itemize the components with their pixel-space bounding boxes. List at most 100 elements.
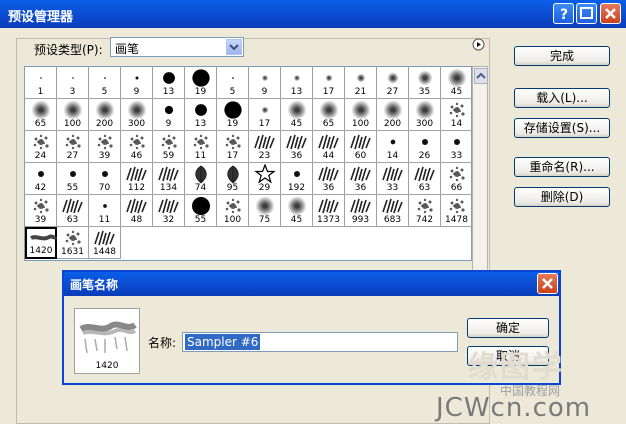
ok-button[interactable]: 确定 bbox=[467, 318, 549, 338]
brush-preset-cell[interactable]: 42 bbox=[25, 163, 57, 195]
brush-swatch-icon bbox=[232, 77, 234, 79]
preset-type-select[interactable]: 画笔 bbox=[110, 37, 244, 57]
brush-preset-cell[interactable]: 27 bbox=[377, 67, 409, 99]
brush-preset-cell[interactable]: 13 bbox=[185, 99, 217, 131]
brush-preset-cell[interactable]: 35 bbox=[409, 67, 441, 99]
dialog-close-button[interactable] bbox=[537, 273, 558, 294]
load-button[interactable]: 载入(L)... bbox=[514, 88, 610, 108]
brush-preset-cell[interactable]: 75 bbox=[249, 195, 281, 227]
brush-preset-cell[interactable]: 9 bbox=[153, 99, 185, 131]
brush-swatch-icon bbox=[192, 69, 210, 87]
brush-preset-cell[interactable]: 300 bbox=[409, 99, 441, 131]
brush-preset-cell[interactable]: 1478 bbox=[441, 195, 471, 227]
brush-size-label: 300 bbox=[127, 119, 146, 129]
brush-preset-cell[interactable]: 1420 bbox=[25, 227, 57, 259]
brush-preset-cell[interactable]: 39 bbox=[25, 195, 57, 227]
brush-preset-cell[interactable]: 200 bbox=[89, 99, 121, 131]
brush-preset-cell[interactable]: 70 bbox=[89, 163, 121, 195]
brush-preset-cell[interactable]: 39 bbox=[89, 131, 121, 163]
brush-swatch-icon bbox=[350, 134, 371, 150]
brush-preset-cell[interactable]: 74 bbox=[185, 163, 217, 195]
brush-preset-grid[interactable]: 1 3 5 9 13 19 5 9 13 17 21 27 35 45 65 100 200 300 9 13 19 17… bbox=[24, 66, 472, 261]
brush-preset-cell[interactable]: 17 bbox=[217, 131, 249, 163]
brush-preset-cell[interactable]: 14 bbox=[441, 99, 471, 131]
brush-swatch-icon bbox=[417, 198, 433, 214]
brush-preset-cell[interactable]: 66 bbox=[441, 163, 471, 195]
brush-preset-cell[interactable]: 36 bbox=[281, 131, 313, 163]
brush-preset-cell[interactable]: 9 bbox=[249, 67, 281, 99]
brush-preset-cell[interactable]: 45 bbox=[441, 67, 471, 99]
brush-preset-cell[interactable]: 17 bbox=[249, 99, 281, 131]
brush-preset-cell[interactable]: 13 bbox=[153, 67, 185, 99]
brush-preset-cell[interactable]: 55 bbox=[185, 195, 217, 227]
done-button[interactable]: 完成 bbox=[514, 46, 610, 66]
brush-preset-cell[interactable]: 3 bbox=[57, 67, 89, 99]
brush-preset-cell[interactable]: 1373 bbox=[313, 195, 345, 227]
brush-preset-cell[interactable]: 192 bbox=[281, 163, 313, 195]
brush-swatch-icon bbox=[227, 165, 239, 184]
rename-button[interactable]: 重命名(R)... bbox=[514, 157, 610, 177]
brush-size-label: 33 bbox=[386, 183, 399, 193]
brush-name-input[interactable]: Sampler #6 bbox=[182, 332, 458, 352]
brush-preset-cell[interactable]: 17 bbox=[313, 67, 345, 99]
brush-preset-cell[interactable]: 300 bbox=[121, 99, 153, 131]
vertical-scrollbar[interactable] bbox=[472, 66, 488, 272]
brush-preset-cell[interactable]: 1448 bbox=[89, 227, 121, 259]
brush-preset-cell[interactable]: 33 bbox=[377, 163, 409, 195]
brush-preset-cell[interactable]: 59 bbox=[153, 131, 185, 163]
brush-preset-cell[interactable]: 11 bbox=[89, 195, 121, 227]
brush-preset-cell[interactable]: 19 bbox=[217, 99, 249, 131]
brush-preset-cell[interactable]: 44 bbox=[313, 131, 345, 163]
brush-preset-cell[interactable]: 45 bbox=[281, 195, 313, 227]
brush-preset-cell[interactable]: 100 bbox=[345, 99, 377, 131]
brush-preset-cell[interactable]: 33 bbox=[441, 131, 471, 163]
brush-swatch-icon bbox=[254, 164, 276, 184]
maximize-button[interactable] bbox=[576, 3, 597, 24]
help-button[interactable]: ? bbox=[553, 3, 574, 24]
brush-preset-cell[interactable]: 63 bbox=[57, 195, 89, 227]
brush-preset-cell[interactable]: 1631 bbox=[57, 227, 89, 259]
brush-preset-cell[interactable]: 1 bbox=[25, 67, 57, 99]
brush-preset-cell[interactable]: 19 bbox=[185, 67, 217, 99]
brush-preset-cell[interactable]: 23 bbox=[249, 131, 281, 163]
scroll-up-button[interactable] bbox=[474, 68, 488, 84]
brush-swatch-icon bbox=[288, 197, 306, 215]
brush-preset-cell[interactable]: 32 bbox=[153, 195, 185, 227]
brush-preset-cell[interactable]: 993 bbox=[345, 195, 377, 227]
save-settings-button[interactable]: 存储设置(S)... bbox=[514, 118, 610, 138]
brush-preset-cell[interactable]: 36 bbox=[313, 163, 345, 195]
brush-preset-cell[interactable]: 100 bbox=[57, 99, 89, 131]
brush-swatch-icon bbox=[161, 134, 177, 150]
brush-preset-cell[interactable]: 95 bbox=[217, 163, 249, 195]
brush-preset-cell[interactable]: 24 bbox=[25, 131, 57, 163]
brush-preset-cell[interactable]: 46 bbox=[121, 131, 153, 163]
brush-preset-cell[interactable]: 45 bbox=[281, 99, 313, 131]
brush-preset-cell[interactable]: 26 bbox=[409, 131, 441, 163]
delete-button[interactable]: 删除(D) bbox=[514, 187, 610, 207]
brush-preset-cell[interactable]: 65 bbox=[313, 99, 345, 131]
brush-preset-cell[interactable]: 55 bbox=[57, 163, 89, 195]
brush-preset-cell[interactable]: 48 bbox=[121, 195, 153, 227]
brush-preset-cell[interactable]: 21 bbox=[345, 67, 377, 99]
brush-preset-cell[interactable]: 13 bbox=[281, 67, 313, 99]
brush-preset-cell[interactable]: 100 bbox=[217, 195, 249, 227]
brush-preset-cell[interactable]: 65 bbox=[25, 99, 57, 131]
brush-preset-cell[interactable]: 27 bbox=[57, 131, 89, 163]
brush-preset-cell[interactable]: 60 bbox=[345, 131, 377, 163]
brush-preset-cell[interactable]: 5 bbox=[217, 67, 249, 99]
chevron-down-icon[interactable] bbox=[226, 39, 242, 55]
close-button[interactable] bbox=[600, 3, 621, 24]
brush-preset-cell[interactable]: 742 bbox=[409, 195, 441, 227]
brush-preset-cell[interactable]: 11 bbox=[185, 131, 217, 163]
panel-menu-icon[interactable] bbox=[472, 38, 485, 51]
brush-preset-cell[interactable]: 200 bbox=[377, 99, 409, 131]
brush-preset-cell[interactable]: 112 bbox=[121, 163, 153, 195]
brush-preset-cell[interactable]: 36 bbox=[345, 163, 377, 195]
brush-preset-cell[interactable]: 683 bbox=[377, 195, 409, 227]
brush-preset-cell[interactable]: 14 bbox=[377, 131, 409, 163]
brush-preset-cell[interactable]: 63 bbox=[409, 163, 441, 195]
brush-preset-cell[interactable]: 9 bbox=[121, 67, 153, 99]
brush-preset-cell[interactable]: 5 bbox=[89, 67, 121, 99]
brush-preset-cell[interactable]: 29 bbox=[249, 163, 281, 195]
brush-preset-cell[interactable]: 134 bbox=[153, 163, 185, 195]
